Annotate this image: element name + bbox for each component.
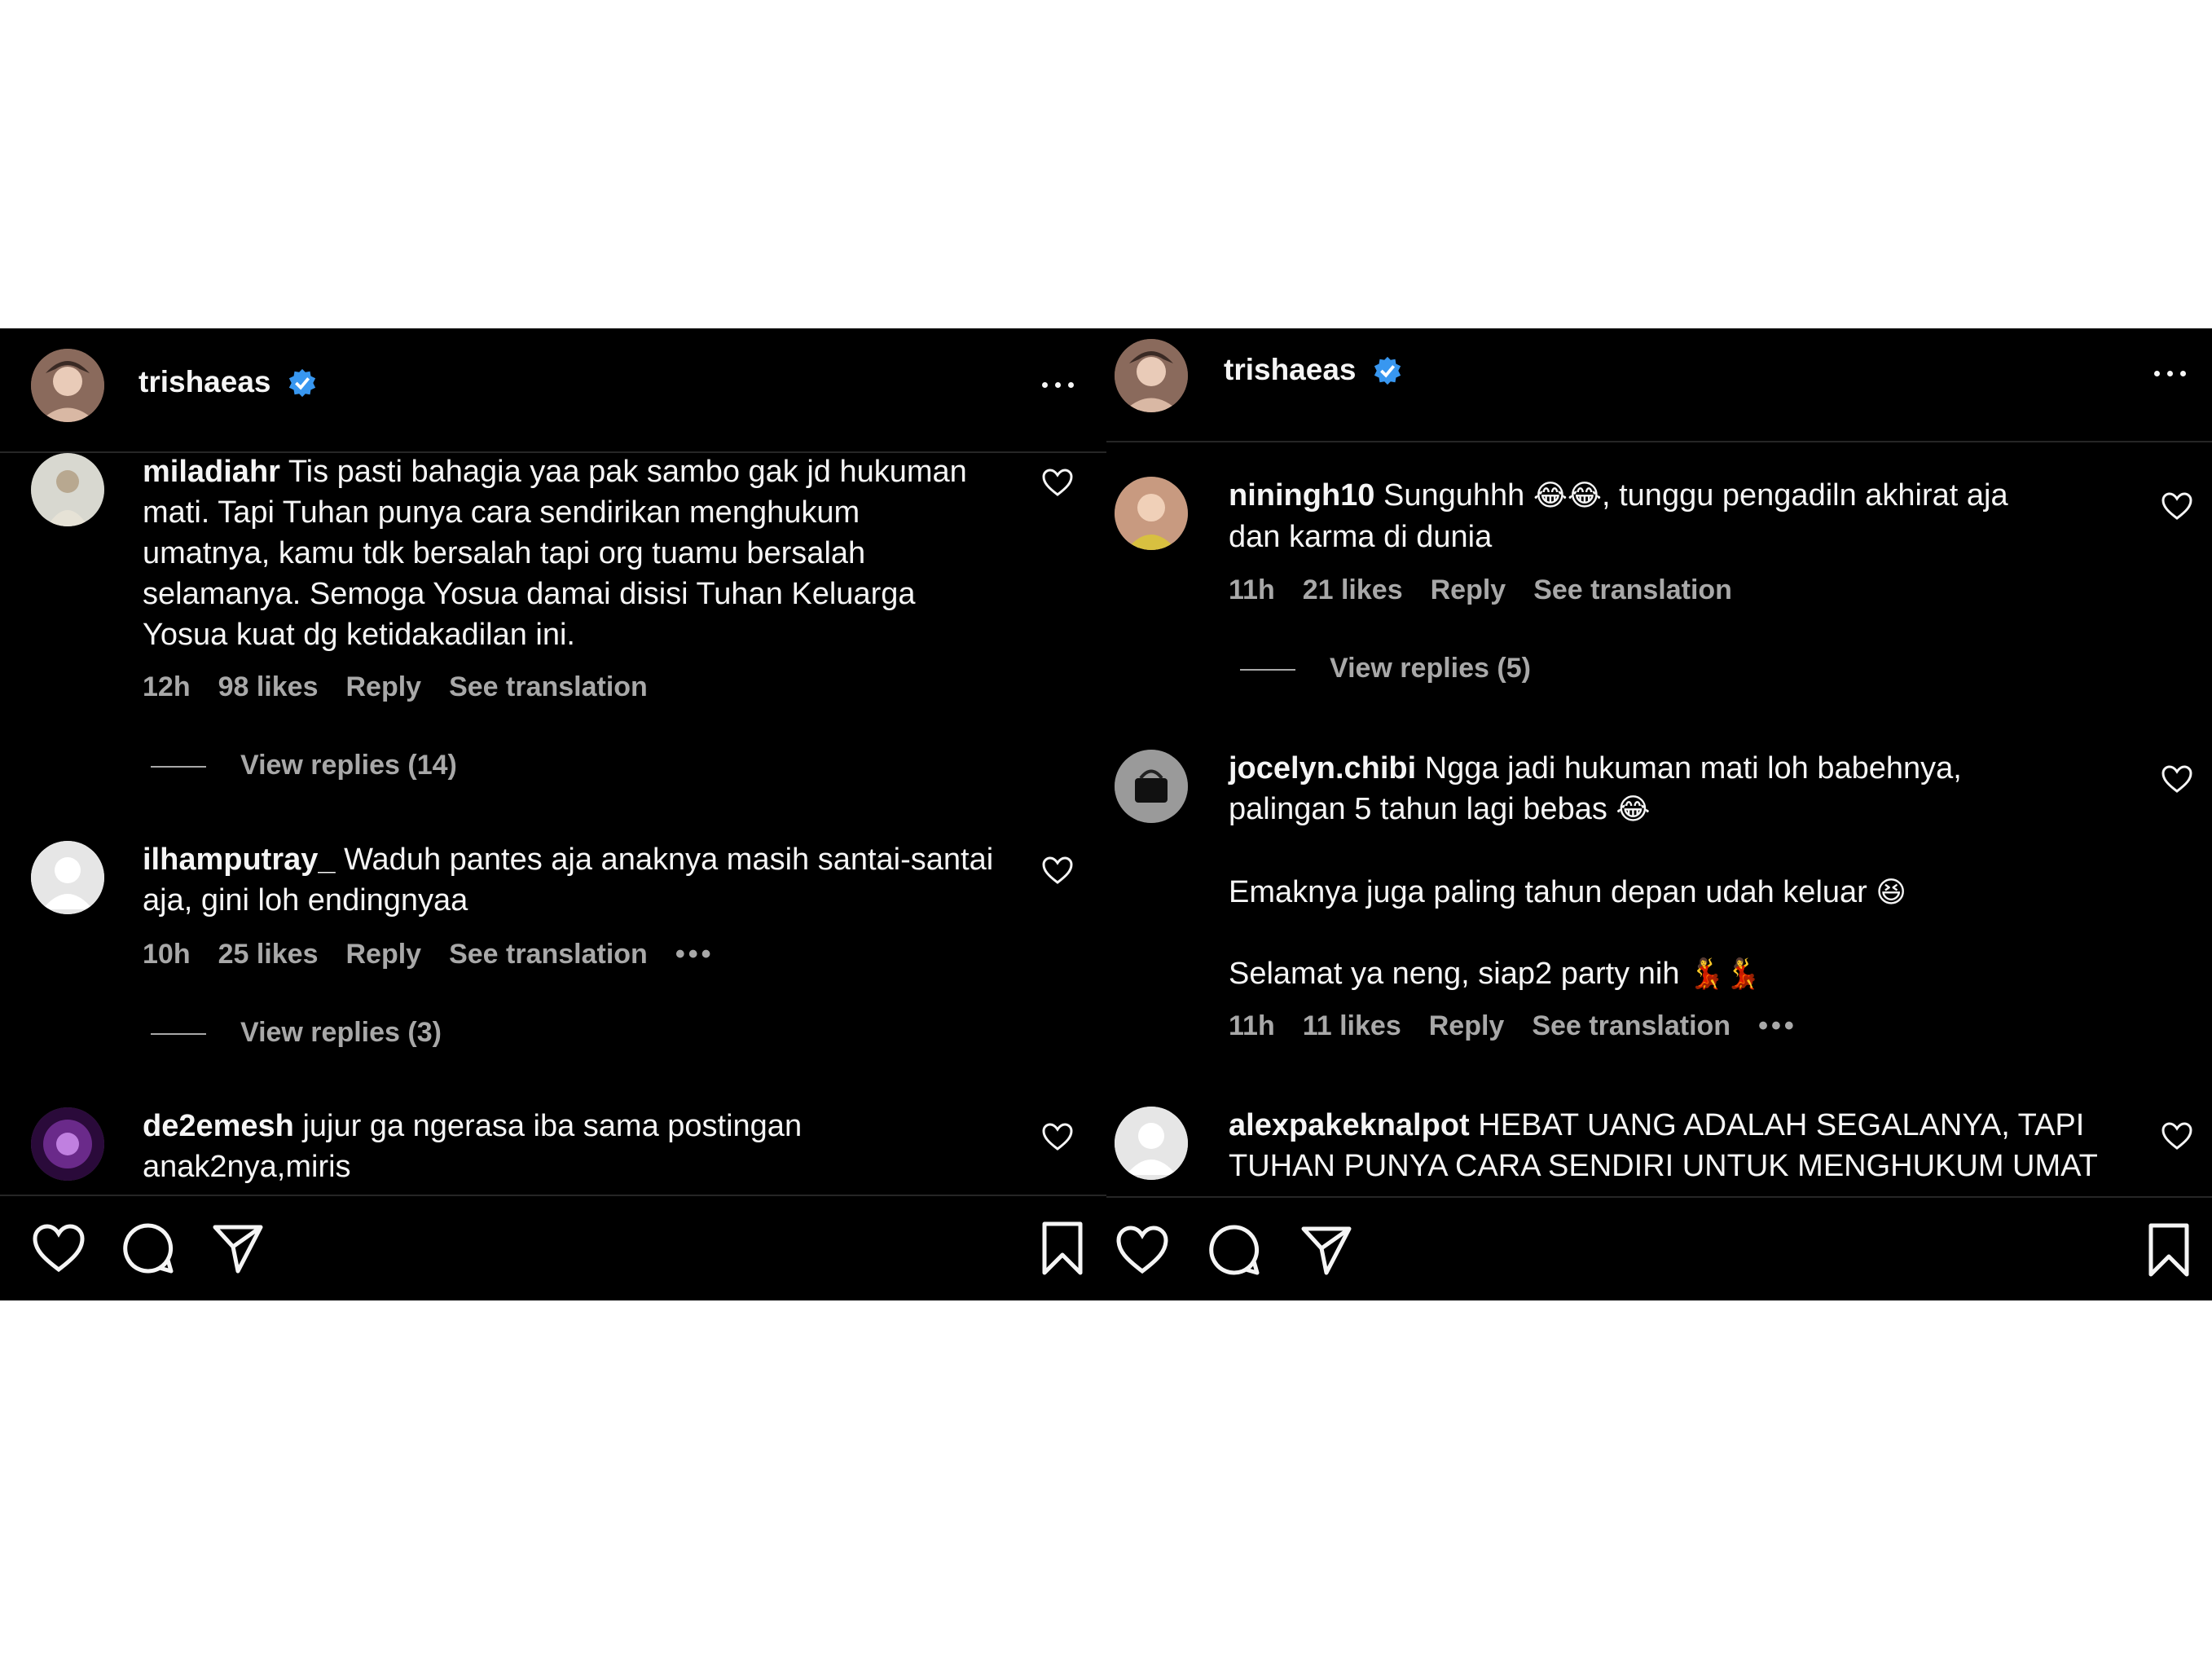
- reply-button[interactable]: Reply: [1431, 574, 1506, 605]
- verified-badge-icon: [288, 368, 316, 398]
- profile-avatar[interactable]: [31, 349, 104, 422]
- comment-text-line: Selamat ya neng, siap2 party nih 💃💃: [1229, 957, 1761, 991]
- commenter-avatar[interactable]: [1115, 750, 1188, 823]
- divider-line: [151, 1033, 206, 1036]
- comment-username[interactable]: jocelyn.chibi: [1229, 751, 1416, 785]
- profile-avatar[interactable]: [1115, 339, 1188, 412]
- like-heart-icon[interactable]: [31, 1221, 86, 1276]
- reply-button[interactable]: Reply: [345, 939, 421, 970]
- comment-more-options-icon[interactable]: •••: [1758, 1010, 1797, 1041]
- comment-time: 11h: [1229, 574, 1275, 605]
- post-username[interactable]: trishaeas: [1224, 353, 1357, 387]
- comment-time: 11h: [1229, 1010, 1275, 1041]
- comment-list: miladiahr Tis pasti bahagia yaa pak samb…: [0, 453, 1106, 1195]
- view-replies-button[interactable]: View replies (14): [151, 750, 457, 781]
- like-comment-heart-icon[interactable]: [1041, 856, 1074, 885]
- divider-line: [151, 766, 206, 768]
- post-username[interactable]: trishaeas: [139, 365, 271, 399]
- comment-text: niningh10 Sunguhhh 😂😂, tunggu pengadiln …: [1229, 478, 2008, 554]
- grinning-emoji: 😆: [1876, 876, 1906, 909]
- laughing-emoji: 😂😂: [1533, 479, 1602, 513]
- verified-badge-icon: [1374, 356, 1401, 385]
- reply-button[interactable]: Reply: [345, 671, 421, 702]
- more-options-icon[interactable]: [2149, 356, 2190, 389]
- post-panel-left: trishaeas miladiahr Tis pasti bahagia ya…: [0, 328, 1106, 1300]
- comment-likes[interactable]: 25 likes: [218, 939, 319, 970]
- comment-likes[interactable]: 11 likes: [1303, 1010, 1401, 1041]
- comment-bubble-icon[interactable]: [121, 1221, 176, 1276]
- reply-button[interactable]: Reply: [1429, 1010, 1505, 1041]
- see-translation-button[interactable]: See translation: [1533, 574, 1732, 605]
- like-comment-heart-icon[interactable]: [1041, 1122, 1074, 1151]
- comment-text: de2emesh jujur ga ngerasa iba sama posti…: [143, 1109, 803, 1184]
- post-action-bar: [0, 1195, 1106, 1300]
- like-comment-heart-icon[interactable]: [2161, 1121, 2193, 1151]
- like-comment-heart-icon[interactable]: [1041, 468, 1074, 497]
- comment-username[interactable]: miladiahr: [143, 455, 280, 489]
- see-translation-button[interactable]: See translation: [1532, 1010, 1730, 1041]
- dancing-emoji: 💃💃: [1688, 957, 1761, 991]
- comment-meta: 12h 98 likes Reply See translation: [143, 671, 675, 703]
- comment-likes[interactable]: 21 likes: [1303, 574, 1403, 605]
- comment-meta: 10h 25 likes Reply See translation •••: [143, 939, 742, 970]
- like-heart-icon[interactable]: [1115, 1222, 1170, 1278]
- post-header: trishaeas: [0, 328, 1106, 453]
- laughing-emoji: 😂: [1616, 793, 1651, 826]
- view-replies-button[interactable]: View replies (5): [1240, 653, 1531, 684]
- commenter-avatar[interactable]: [1115, 477, 1188, 550]
- share-send-icon[interactable]: [1299, 1222, 1354, 1278]
- see-translation-button[interactable]: See translation: [449, 939, 648, 970]
- see-translation-button[interactable]: See translation: [449, 671, 648, 702]
- like-comment-heart-icon[interactable]: [2161, 764, 2193, 794]
- comment-likes[interactable]: 98 likes: [218, 671, 319, 702]
- comment-text: miladiahr Tis pasti bahagia yaa pak samb…: [143, 455, 967, 652]
- comment-time: 10h: [143, 939, 191, 970]
- commenter-avatar[interactable]: [31, 453, 104, 526]
- comment-meta: 11h 21 likes Reply See translation: [1229, 574, 1760, 606]
- comment-list: niningh10 Sunguhhh 😂😂, tunggu pengadiln …: [1106, 442, 2212, 1196]
- comment-text: ilhamputray_ Waduh pantes aja anaknya ma…: [143, 843, 994, 918]
- comment-meta: 11h 11 likes Reply See translation •••: [1229, 1010, 1825, 1042]
- comment-bubble-icon[interactable]: [1207, 1222, 1262, 1278]
- comment-username[interactable]: niningh10: [1229, 478, 1374, 513]
- bookmark-save-icon[interactable]: [2141, 1222, 2197, 1278]
- comment-more-options-icon[interactable]: •••: [675, 939, 715, 970]
- more-options-icon[interactable]: [1037, 367, 1078, 400]
- comment-username[interactable]: de2emesh: [143, 1109, 294, 1143]
- post-action-bar: [1106, 1196, 2212, 1300]
- comment-username[interactable]: ilhamputray_: [143, 843, 336, 877]
- comment-username[interactable]: alexpakeknalpot: [1229, 1108, 1470, 1142]
- post-panel-right: trishaeas niningh10 Sunguhhh 😂😂, tunggu …: [1106, 328, 2212, 1300]
- bookmark-save-icon[interactable]: [1035, 1221, 1090, 1276]
- share-send-icon[interactable]: [210, 1221, 266, 1276]
- view-replies-button[interactable]: View replies (3): [151, 1017, 442, 1049]
- post-header: trishaeas: [1106, 328, 2212, 442]
- commenter-avatar[interactable]: [31, 1107, 104, 1181]
- comment-time: 12h: [143, 671, 191, 702]
- divider-line: [1240, 669, 1295, 671]
- commenter-avatar[interactable]: [31, 841, 104, 914]
- like-comment-heart-icon[interactable]: [2161, 491, 2193, 521]
- comment-text: jocelyn.chibi Ngga jadi hukuman mati loh…: [1229, 751, 1962, 826]
- comment-text-line: Emaknya juga paling tahun depan udah kel…: [1229, 875, 1906, 909]
- commenter-avatar[interactable]: [1115, 1107, 1188, 1180]
- comment-text: alexpakeknalpot HEBAT UANG ADALAH SEGALA…: [1229, 1108, 2098, 1183]
